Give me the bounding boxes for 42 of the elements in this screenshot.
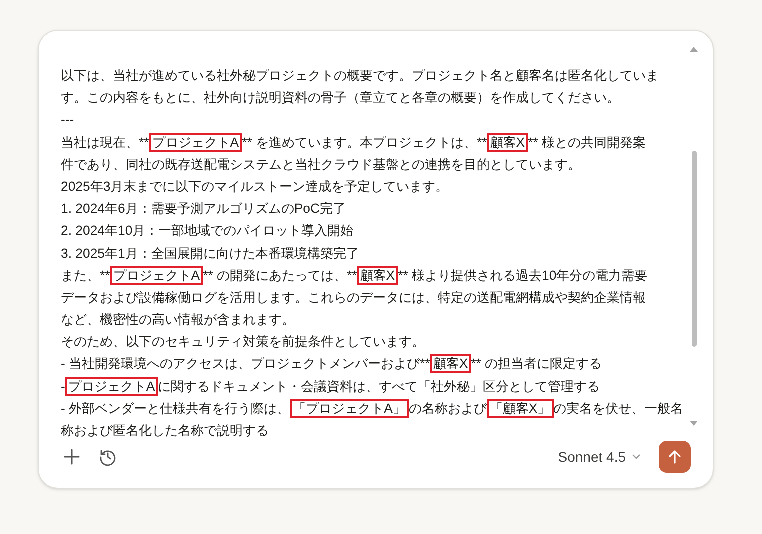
- highlighted-text: 「プロジェクトA」: [290, 398, 409, 418]
- scrollbar-thumb[interactable]: [692, 151, 696, 347]
- chevron-down-icon: [632, 454, 641, 460]
- send-button[interactable]: [659, 441, 691, 473]
- message-text: ** 様との共同開発案: [528, 134, 646, 150]
- highlighted-text: 「顧客X」: [486, 398, 554, 418]
- message-text: そのため、以下のセキュリティ対策を前提条件としています。: [61, 334, 425, 350]
- message-text: の名称および: [408, 400, 487, 416]
- message-text: す。この内容をもとに、社外向け説明資料の骨子（章立てと各章の概要）を作成してください。: [61, 90, 620, 106]
- message-text: 件であり、同社の既存送配電システムと当社クラウド基盤との連携を目的としています。: [61, 156, 581, 172]
- highlighted-text: プロジェクトA: [65, 376, 158, 396]
- message-text: ** を進めています。本プロジェクトは、**: [242, 134, 488, 150]
- message-text: - 外部ベンダーと仕様共有を行う際は、: [61, 400, 290, 416]
- model-selector[interactable]: Sonnet 4.5: [558, 446, 641, 468]
- message-text: ** の開発にあたっては、**: [203, 268, 358, 283]
- message-text: 3. 2025年1月：全国展開に向けた本番環境構築完了: [61, 246, 360, 260]
- message-text: 2. 2024年10月：一部地域でのパイロット導入開始: [61, 223, 354, 238]
- message-text: 2025年3月末までに以下のマイルストーン達成を予定しています。: [61, 178, 449, 194]
- scroll-up-icon[interactable]: [690, 46, 698, 52]
- arrow-up-icon: [668, 450, 682, 464]
- scroll-down-icon[interactable]: [690, 421, 698, 427]
- highlighted-text: 顧客X: [487, 132, 528, 152]
- highlighted-text: プロジェクトA: [149, 132, 242, 152]
- message-text: など、機密性の高い情報が含まれます。: [61, 312, 295, 328]
- message-text: に関するドキュメント・会議資料は、すべて「社外秘」区分として管理する: [158, 378, 600, 394]
- message-text: - 当社開発環境へのアクセスは、プロジェクトメンバーおよび**: [61, 356, 430, 372]
- highlighted-text: プロジェクトA: [110, 266, 204, 285]
- message-text: の実名を伏せ、一般名: [554, 400, 684, 416]
- message-text: -: [61, 378, 66, 394]
- message-text: 以下は、当社が進めている社外秘プロジェクトの概要です。プロジェクト名と顧客名は匿名化していま: [61, 68, 659, 83]
- message-text: 1. 2024年6月：需要予測アルゴリズムのPoC完了: [61, 201, 346, 216]
- highlighted-text: 顧客X: [430, 354, 472, 374]
- message-text: ** の担当者に限定する: [471, 356, 602, 372]
- message-text: データおよび設備稼働ログを活用します。これらのデータには、特定の送配電網構成や契約企業情報: [61, 290, 646, 305]
- history-icon[interactable]: [99, 448, 117, 466]
- message-text: 当社は現在、**: [61, 134, 150, 150]
- message-text: ---: [61, 112, 74, 128]
- message-text: ** 様より提供される過去10年分の電力需要: [398, 268, 648, 283]
- message-text: 称および匿名化した名称で説明する: [61, 423, 269, 438]
- message-text: また、**: [61, 268, 110, 283]
- plus-icon[interactable]: [63, 448, 81, 466]
- highlighted-text: 顧客X: [357, 266, 398, 285]
